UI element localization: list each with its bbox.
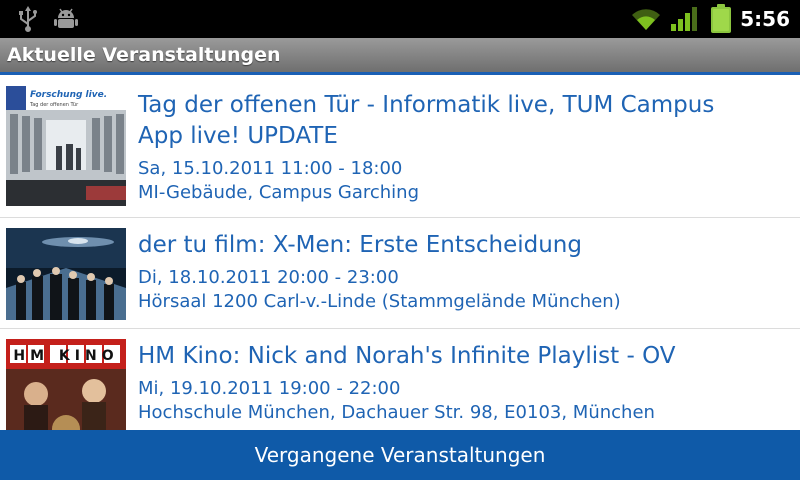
event-title: HM Kino: Nick and Norah's Infinite Playl… (138, 343, 676, 369)
past-events-button[interactable]: Vergangene Veranstaltungen (0, 430, 800, 480)
thumb-caption: HM KINO (13, 348, 118, 364)
wifi-icon (632, 9, 660, 31)
event-date: Sa, 15.10.2011 11:00 - 18:00 (138, 158, 403, 179)
status-time: 5:56 (740, 7, 790, 31)
event-list: Forschung live. Tag der offenen Tür Tag … (0, 78, 800, 430)
list-item[interactable]: der tu film: X-Men: Erste Entscheidung D… (0, 218, 800, 329)
page-title: Aktuelle Veranstaltungen (7, 44, 281, 66)
event-thumbnail: Forschung live. Tag der offenen Tür (6, 86, 126, 206)
event-thumbnail: HM KINO (6, 339, 126, 430)
event-location: Hörsaal 1200 Carl-v.-Linde (Stammgelände… (138, 291, 621, 312)
thumb-subcaption: Tag der offenen Tür (29, 102, 79, 108)
signal-icon (671, 7, 697, 31)
android-debug-icon (54, 8, 78, 28)
event-date: Mi, 19.10.2011 19:00 - 22:00 (138, 378, 401, 399)
thumb-caption: Forschung live. (30, 90, 107, 100)
event-title: der tu film: X-Men: Erste Entscheidung (138, 232, 582, 258)
usb-icon (19, 6, 37, 32)
title-bar: Aktuelle Veranstaltungen (0, 38, 800, 75)
event-location: MI-Gebäude, Campus Garching (138, 182, 420, 203)
list-item[interactable]: Forschung live. Tag der offenen Tür Tag … (0, 78, 800, 218)
status-bar: 5:56 (0, 0, 800, 38)
event-date: Di, 18.10.2011 20:00 - 23:00 (138, 267, 399, 288)
battery-icon (711, 4, 731, 33)
event-location: Hochschule München, Dachauer Str. 98, E0… (138, 402, 655, 423)
event-title: Tag der offenen Tür - Informatik live, T… (138, 92, 715, 149)
list-item[interactable]: HM KINO HM Kino: Nick and Norah's Infini… (0, 329, 800, 430)
event-thumbnail (6, 228, 126, 320)
